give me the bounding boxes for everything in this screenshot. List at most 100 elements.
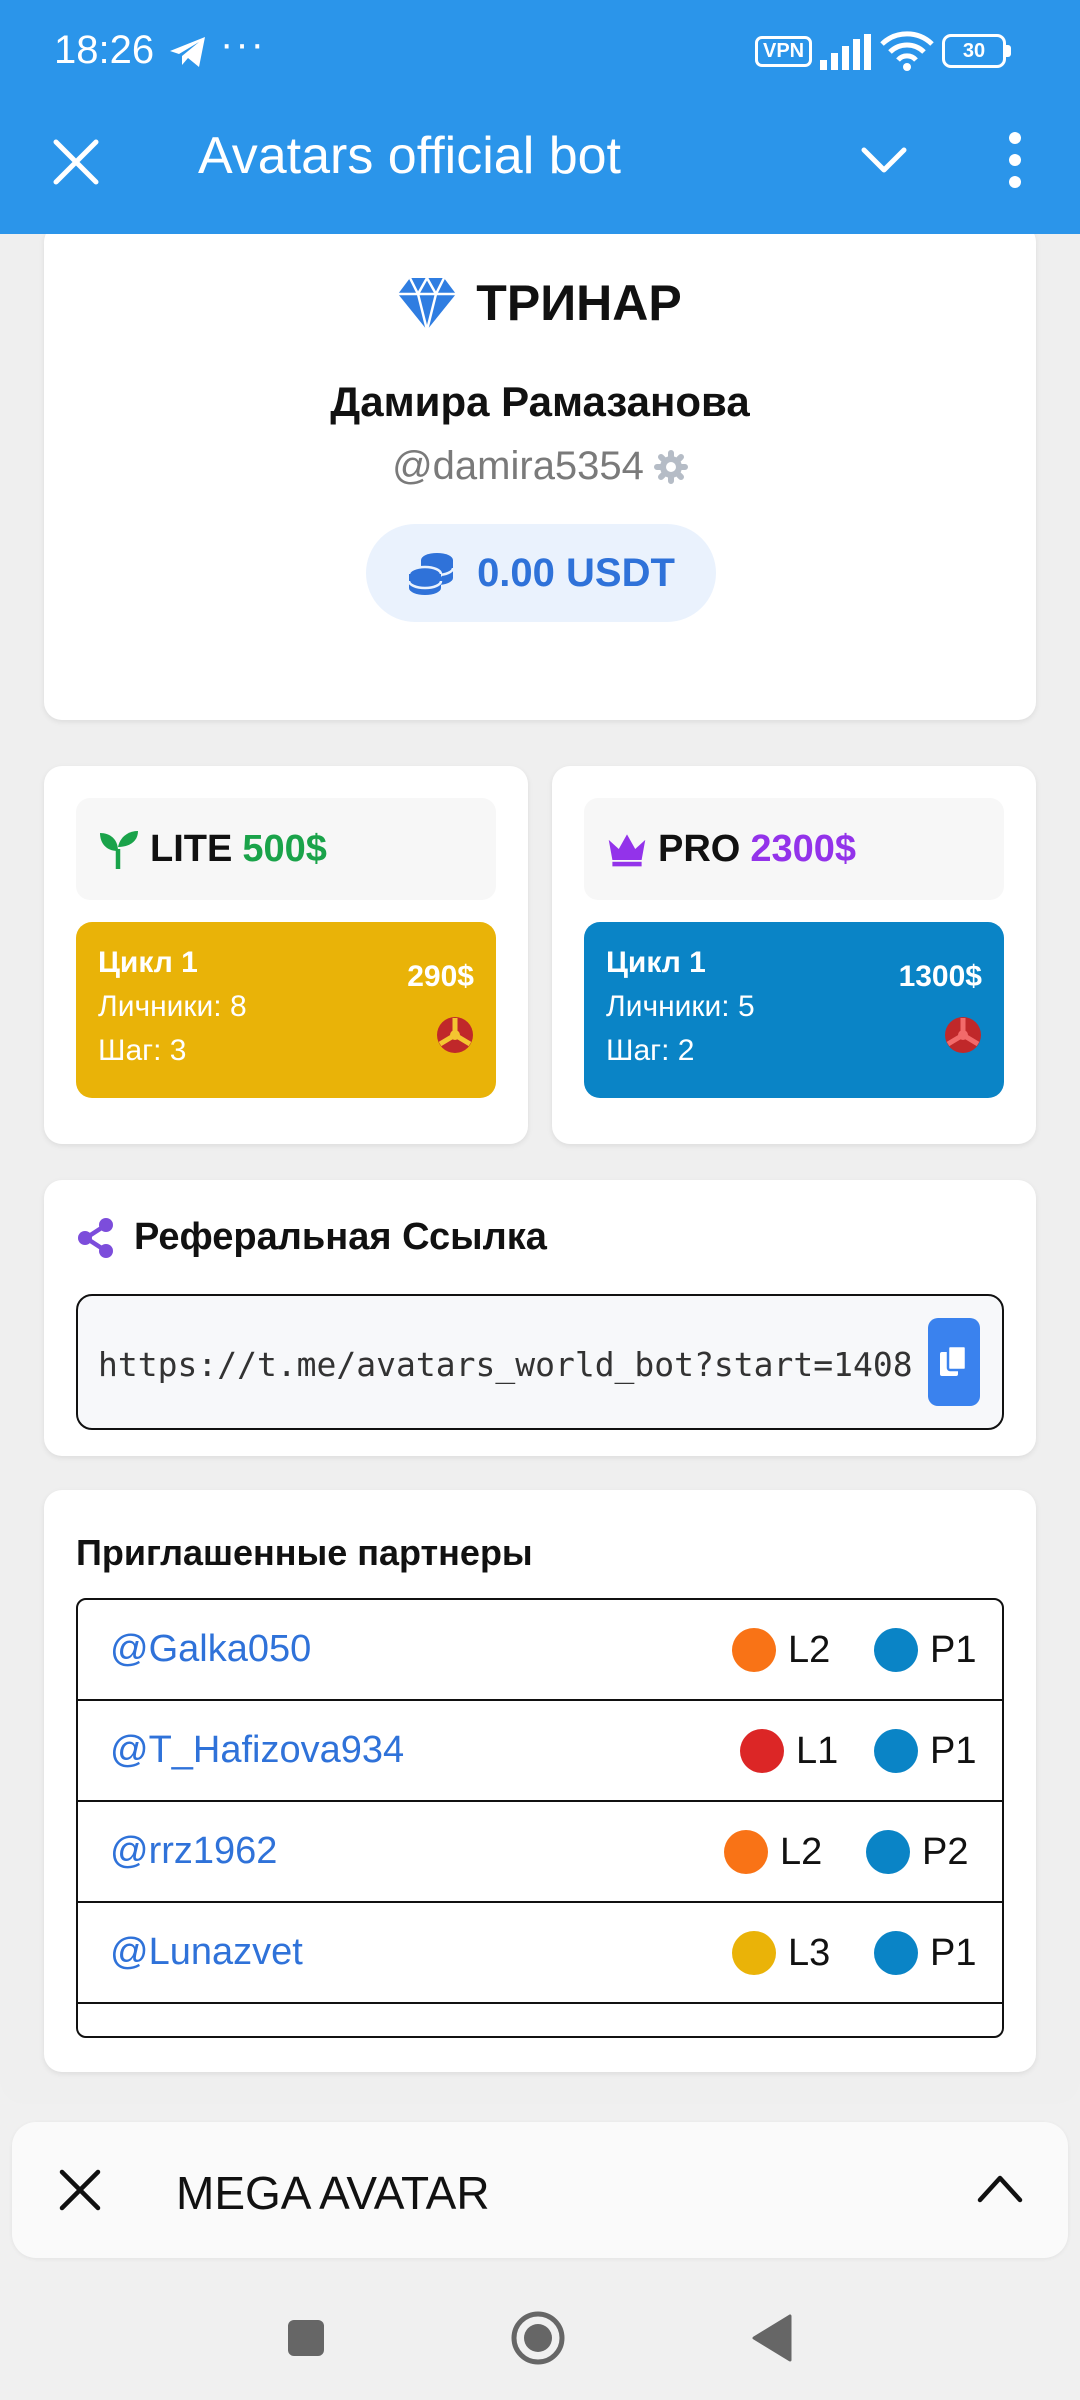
app-bar: Avatars official bot bbox=[0, 104, 1080, 234]
plan-price: 2300$ bbox=[750, 827, 857, 870]
username-row: @damira5354 bbox=[44, 444, 1036, 489]
balance-amount: 0.00 USDT bbox=[477, 550, 675, 595]
level-label: L3 bbox=[788, 1931, 831, 1974]
org-name: ТРИНАР bbox=[476, 275, 682, 331]
step-label: Шаг: 3 bbox=[98, 1034, 187, 1067]
level-dot bbox=[724, 1830, 768, 1874]
table-row[interactable]: @T_Hafizova934 L1 P1 bbox=[78, 1701, 1002, 1802]
avatar-logo-icon bbox=[437, 1017, 473, 1053]
level-label: L2 bbox=[780, 1830, 823, 1873]
table-row[interactable]: @rrz1962 L2 P2 bbox=[78, 1802, 1002, 1903]
vpn-badge: VPN bbox=[755, 36, 813, 67]
wifi-icon bbox=[880, 31, 934, 71]
mini-app-title: MEGA AVATAR bbox=[176, 2167, 490, 2219]
plan-tag: P2 bbox=[866, 1830, 968, 1874]
table-row[interactable]: @Lunazvet L3 P1 bbox=[78, 1903, 1002, 2004]
status-bar: 18:26 ··· VPN 30 bbox=[0, 0, 1080, 104]
level-label: L2 bbox=[788, 1628, 831, 1671]
profile-card: ТРИНАР Дамира Рамазанова @damira5354 0.0… bbox=[44, 234, 1036, 720]
plan-price: 500$ bbox=[242, 827, 327, 870]
share-icon bbox=[78, 1217, 113, 1258]
personal-count: Личники: 5 bbox=[606, 990, 755, 1023]
battery-level: 30 bbox=[942, 34, 1006, 68]
plan-card-lite[interactable]: LITE 500$ Цикл 1 Личники: 8 Шаг: 3 290$ bbox=[44, 766, 528, 1144]
table-row[interactable]: @Galka050 L2 P1 bbox=[78, 1600, 1002, 1701]
plan-label: P2 bbox=[922, 1830, 969, 1873]
user-full-name: Дамира Рамазанова bbox=[330, 378, 750, 425]
plan-label: P1 bbox=[930, 1931, 977, 1974]
level-dot bbox=[732, 1931, 776, 1975]
level-dot bbox=[740, 1729, 784, 1773]
more-vertical-icon[interactable] bbox=[998, 130, 1032, 190]
webapp-content: ТРИНАР Дамира Рамазанова @damira5354 0.0… bbox=[0, 234, 1080, 2104]
plan-header-pro: PRO 2300$ bbox=[584, 798, 1004, 900]
avatar-logo-icon bbox=[945, 1017, 981, 1053]
close-icon[interactable] bbox=[56, 2166, 104, 2214]
plan-card-pro[interactable]: PRO 2300$ Цикл 1 Личники: 5 Шаг: 2 1300$ bbox=[552, 766, 1036, 1144]
partner-username[interactable]: @Galka050 bbox=[110, 1628, 311, 1671]
partner-username[interactable]: @T_Hafizova934 bbox=[110, 1729, 404, 1772]
partners-table: @Galka050 L2 P1 @T_Hafizova934 L1 P1 @rr… bbox=[76, 1598, 1004, 2038]
cycle-card-lite: Цикл 1 Личники: 8 Шаг: 3 290$ bbox=[76, 922, 496, 1098]
partner-username[interactable]: @rrz1962 bbox=[110, 1830, 277, 1873]
plan-label: P1 bbox=[930, 1628, 977, 1671]
referral-header: Реферальная Ссылка bbox=[76, 1216, 547, 1259]
step-label: Шаг: 2 bbox=[606, 1034, 695, 1067]
sprout-icon bbox=[100, 831, 138, 869]
level-tag: L2 bbox=[732, 1628, 830, 1672]
partners-card: Приглашенные партнеры @Galka050 L2 P1 @T… bbox=[44, 1490, 1036, 2072]
level-tag: L2 bbox=[724, 1830, 822, 1874]
cycle-label: Цикл 1 bbox=[98, 946, 198, 979]
level-tag: L3 bbox=[732, 1931, 830, 1975]
signal-icon bbox=[820, 34, 871, 70]
back-icon[interactable] bbox=[752, 2314, 792, 2362]
plan-dot bbox=[874, 1729, 918, 1773]
chevron-up-icon[interactable] bbox=[976, 2170, 1024, 2206]
partner-username[interactable]: @Lunazvet bbox=[110, 1931, 303, 1974]
copy-link-button[interactable] bbox=[928, 1318, 980, 1406]
chevron-down-icon[interactable] bbox=[858, 140, 910, 180]
gear-icon[interactable] bbox=[653, 449, 688, 484]
close-icon[interactable] bbox=[48, 134, 104, 190]
plan-tag: P1 bbox=[874, 1628, 976, 1672]
plan-tag: P1 bbox=[874, 1729, 976, 1773]
status-time: 18:26 bbox=[54, 28, 155, 72]
plan-dot bbox=[874, 1931, 918, 1975]
top-bar: 18:26 ··· VPN 30 Avatars official bot bbox=[0, 0, 1080, 234]
more-notifications-icon: ··· bbox=[220, 22, 266, 66]
referral-link-field[interactable] bbox=[98, 1336, 914, 1392]
cycle-label: Цикл 1 bbox=[606, 946, 706, 979]
referral-link-box bbox=[76, 1294, 1004, 1430]
balance-pill: 0.00 USDT bbox=[366, 524, 716, 622]
cycle-amount: 290$ bbox=[407, 960, 474, 993]
diamond-icon bbox=[398, 276, 457, 330]
partners-title: Приглашенные партнеры bbox=[76, 1532, 533, 1573]
plan-label: P1 bbox=[930, 1729, 977, 1772]
cycle-amount: 1300$ bbox=[898, 960, 982, 993]
battery-icon: 30 bbox=[942, 34, 1012, 68]
referral-title: Реферальная Ссылка bbox=[134, 1216, 547, 1258]
plan-dot bbox=[866, 1830, 910, 1874]
plan-tag: P1 bbox=[874, 1931, 976, 1975]
telegram-icon bbox=[170, 37, 205, 67]
username: @damira5354 bbox=[392, 444, 644, 488]
copy-icon bbox=[940, 1344, 968, 1376]
crown-icon bbox=[608, 834, 646, 867]
level-tag: L1 bbox=[740, 1729, 838, 1773]
mini-app-panel[interactable]: MEGA AVATAR bbox=[12, 2122, 1068, 2258]
plan-dot bbox=[874, 1628, 918, 1672]
coins-icon bbox=[407, 553, 455, 595]
system-nav-bar bbox=[0, 2270, 1080, 2400]
plan-name: PRO bbox=[658, 827, 741, 870]
app-title: Avatars official bot bbox=[198, 127, 621, 185]
level-label: L1 bbox=[796, 1729, 839, 1772]
cycle-card-pro: Цикл 1 Личники: 5 Шаг: 2 1300$ bbox=[584, 922, 1004, 1098]
referral-card: Реферальная Ссылка bbox=[44, 1180, 1036, 1456]
plan-name: LITE bbox=[150, 827, 233, 870]
plan-header-lite: LITE 500$ bbox=[76, 798, 496, 900]
recents-icon[interactable] bbox=[286, 2318, 326, 2358]
personal-count: Личники: 8 bbox=[98, 990, 247, 1023]
level-dot bbox=[732, 1628, 776, 1672]
org-header: ТРИНАР bbox=[44, 274, 1036, 332]
home-icon[interactable] bbox=[510, 2310, 566, 2366]
